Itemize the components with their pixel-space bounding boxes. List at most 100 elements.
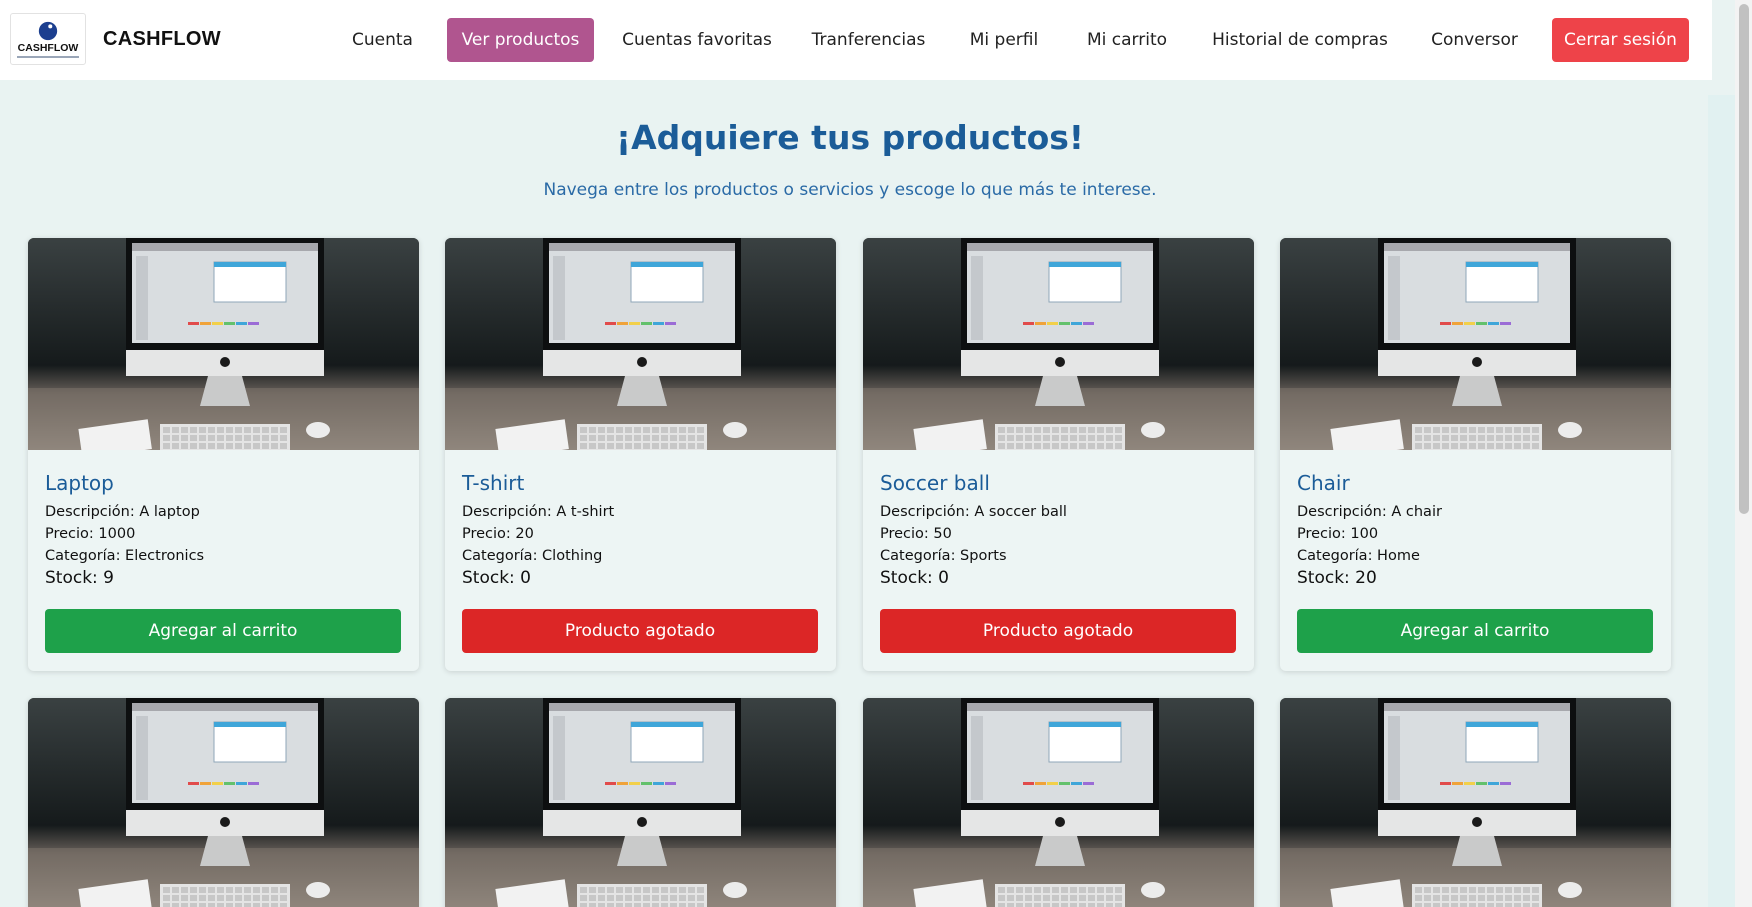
brand-logo[interactable]: CASHFLOW: [10, 13, 86, 65]
sold-out-button[interactable]: Producto agotado: [880, 609, 1236, 653]
keyboard-key: [1487, 903, 1494, 907]
dialog-header: [631, 722, 703, 727]
keyboard-key: [652, 895, 659, 901]
keyboard-key: [163, 443, 170, 449]
nav-transferencias[interactable]: Tranferencias: [800, 18, 937, 62]
keyboard-key: [1415, 443, 1422, 449]
keyboard-key: [253, 903, 260, 907]
keyboard-key: [226, 443, 233, 449]
keyboard-key: [262, 903, 269, 907]
keyboard-key: [607, 443, 614, 449]
keyboard-key: [697, 427, 704, 433]
keyboard-key: [280, 427, 287, 433]
keyboard-key: [998, 443, 1005, 449]
keyboard-key: [1016, 887, 1023, 893]
keyboard-key: [670, 895, 677, 901]
keyboard-key: [199, 427, 206, 433]
keyboard-key: [235, 443, 242, 449]
keyboard-key: [181, 903, 188, 907]
keyboard-key: [1487, 443, 1494, 449]
keyboard-key: [1505, 427, 1512, 433]
product-image: [1280, 698, 1671, 907]
keyboard-key: [998, 895, 1005, 901]
keyboard-key: [616, 895, 623, 901]
keyboard-key: [208, 887, 215, 893]
computer-photo-illustration: [1280, 238, 1671, 450]
keyboard-key: [1469, 435, 1476, 441]
keyboard-key: [1088, 443, 1095, 449]
keyboard-key: [280, 895, 287, 901]
screen-color-bar: [617, 322, 628, 325]
keyboard-key: [217, 435, 224, 441]
keyboard-key: [271, 443, 278, 449]
logout-button[interactable]: Cerrar sesión: [1552, 18, 1689, 62]
keyboard-key: [253, 435, 260, 441]
keyboard-key: [172, 895, 179, 901]
keyboard-key: [1115, 443, 1122, 449]
keyboard-key: [625, 443, 632, 449]
keyboard-key: [1070, 887, 1077, 893]
keyboard-key: [1043, 427, 1050, 433]
keyboard-key: [688, 895, 695, 901]
keyboard-key: [1034, 887, 1041, 893]
monitor-logo: [1055, 357, 1065, 367]
screen-color-bar: [653, 322, 664, 325]
screen-color-bar: [1488, 782, 1499, 785]
screen-sidebar: [136, 256, 148, 340]
keyboard-key: [262, 435, 269, 441]
monitor-stand: [617, 836, 667, 866]
keyboard-key: [172, 443, 179, 449]
keyboard-key: [998, 903, 1005, 907]
screen-color-bar: [665, 782, 676, 785]
keyboard-key: [1034, 895, 1041, 901]
screen-titlebar: [549, 703, 735, 711]
keyboard-key: [998, 435, 1005, 441]
keyboard-key: [1106, 427, 1113, 433]
monitor-logo: [1055, 817, 1065, 827]
scrollbar-thumb[interactable]: [1739, 4, 1749, 514]
computer-photo-illustration: [863, 698, 1254, 907]
nav-conversor[interactable]: Conversor: [1421, 18, 1528, 62]
nav-cuenta[interactable]: Cuenta: [341, 18, 424, 62]
keyboard-key: [271, 895, 278, 901]
keyboard-key: [217, 887, 224, 893]
keyboard-key: [1514, 435, 1521, 441]
mouse: [1558, 422, 1582, 438]
nav-mi-carrito[interactable]: Mi carrito: [1074, 18, 1180, 62]
monitor-stand: [1035, 376, 1085, 406]
keyboard-key: [190, 427, 197, 433]
keyboard-key: [679, 887, 686, 893]
product-description: Descripción: A soccer ball: [880, 504, 1067, 520]
keyboard-key: [1496, 903, 1503, 907]
screen-color-bar: [200, 322, 211, 325]
keyboard-key: [580, 443, 587, 449]
keyboard-key: [679, 435, 686, 441]
keyboard-key: [181, 887, 188, 893]
screen-sidebar: [971, 716, 983, 800]
nav-historial-de-compras[interactable]: Historial de compras: [1203, 18, 1397, 62]
page-scrollbar[interactable]: [1735, 0, 1752, 907]
keyboard-key: [688, 887, 695, 893]
keyboard-key: [1469, 903, 1476, 907]
keyboard-key: [1043, 443, 1050, 449]
keyboard: [160, 424, 290, 450]
keyboard-key: [1460, 435, 1467, 441]
sold-out-button[interactable]: Producto agotado: [462, 609, 818, 653]
nav-cuentas-favoritas[interactable]: Cuentas favoritas: [618, 18, 776, 62]
keyboard-key: [598, 887, 605, 893]
keyboard-key: [652, 443, 659, 449]
keyboard-key: [1415, 895, 1422, 901]
add-to-cart-button[interactable]: Agregar al carrito: [45, 609, 401, 653]
keyboard-key: [1532, 443, 1539, 449]
keyboard-key: [226, 435, 233, 441]
keyboard-key: [1061, 443, 1068, 449]
add-to-cart-button[interactable]: Agregar al carrito: [1297, 609, 1653, 653]
keyboard-key: [697, 443, 704, 449]
nav-mi-perfil[interactable]: Mi perfil: [959, 18, 1049, 62]
keyboard-key: [1433, 903, 1440, 907]
nav-ver-productos[interactable]: Ver productos: [447, 18, 594, 62]
keyboard-key: [1514, 895, 1521, 901]
screen-color-bar: [212, 322, 223, 325]
keyboard-key: [172, 887, 179, 893]
brand-name[interactable]: CASHFLOW: [103, 28, 221, 51]
